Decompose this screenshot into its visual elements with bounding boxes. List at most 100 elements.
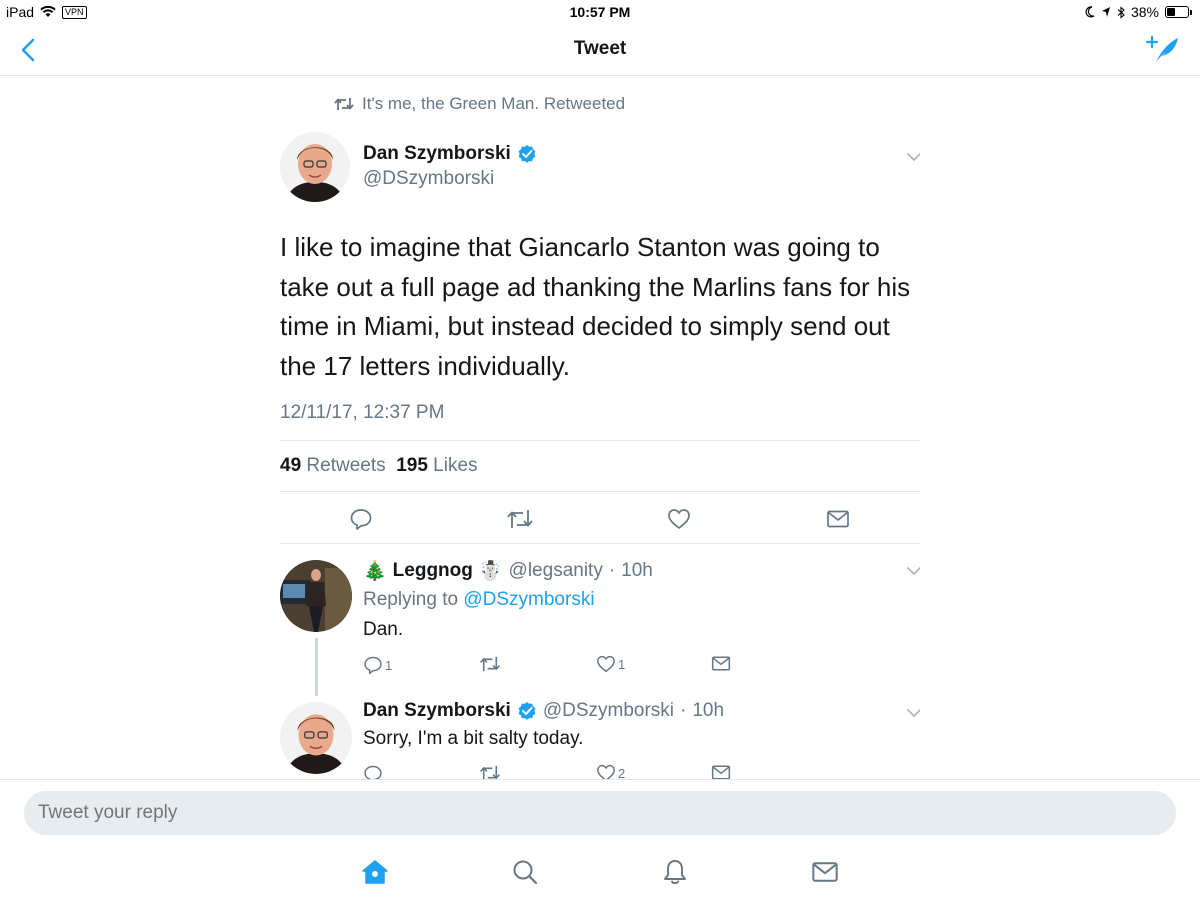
author-name-text: Dan Szymborski [363, 143, 511, 164]
heart-icon [597, 764, 615, 779]
battery-fill [1167, 8, 1175, 16]
direct-message-button[interactable] [711, 655, 731, 672]
like-button[interactable] [664, 504, 694, 534]
status-right: 38% [1085, 4, 1192, 20]
compose-feather-icon [1145, 35, 1178, 62]
reply-time: 10h [621, 560, 653, 581]
tweet-text-line: take out a full page ad thanking the Mar… [280, 271, 911, 302]
separator-dot: · [680, 700, 687, 721]
verified-badge-icon [518, 145, 536, 163]
divider [280, 543, 920, 544]
reply-author-handle[interactable]: @legsanity [509, 560, 603, 582]
retweet-button[interactable] [479, 655, 501, 673]
snowman-emoji: ☃️ [478, 561, 503, 582]
reply-icon [350, 509, 372, 530]
battery-percent: 38% [1130, 4, 1159, 20]
verified-badge-icon [518, 702, 536, 720]
direct-message-button[interactable] [711, 764, 731, 779]
like-button[interactable]: 2 [596, 764, 625, 779]
retweet-count[interactable]: 49 [280, 455, 301, 476]
envelope-icon [827, 510, 849, 528]
retweet-icon [479, 656, 501, 672]
like-button[interactable]: 1 [596, 655, 625, 673]
messages-icon [812, 862, 838, 882]
envelope-icon [711, 656, 731, 671]
tweet-text: I like to imagine that Giancarlo Stanton… [280, 228, 920, 386]
compose-tweet-button[interactable] [1145, 34, 1180, 66]
retweet-label[interactable]: Retweets [306, 455, 385, 476]
like-label[interactable]: Likes [433, 455, 477, 476]
search-icon [513, 860, 538, 885]
reply-options-chevron-icon[interactable] [906, 708, 920, 718]
reply-button[interactable]: 1 [363, 655, 392, 675]
like-count: 1 [618, 656, 626, 672]
reply-header: 🎄 Leggnog ☃️ @legsanity · 10h [363, 559, 653, 583]
reply-input[interactable] [24, 791, 1176, 835]
reply-avatar-image [280, 702, 352, 774]
bluetooth-icon [1117, 5, 1125, 19]
status-bar: iPad VPN 10:57 PM 38% [0, 0, 1200, 24]
tab-search[interactable] [509, 856, 541, 888]
reply-time: 10h [692, 700, 725, 721]
reply-text: Sorry, I'm a bit salty today. [363, 728, 584, 749]
tweet-detail: It's me, the Green Man. Retweeted Dan Sz… [280, 76, 920, 779]
avatar[interactable] [280, 132, 350, 202]
battery-icon [1165, 6, 1189, 18]
tab-home[interactable] [359, 856, 391, 888]
reply-header: Dan Szymborski @DSzymborski · 10h [363, 700, 724, 722]
reply-author-name[interactable]: Dan Szymborski [363, 700, 511, 722]
retweet-context: It's me, the Green Man. Retweeted [334, 94, 625, 114]
retweet-icon [479, 765, 501, 779]
heart-icon [668, 509, 690, 529]
engagement-counts: 49 Retweets 195 Likes [280, 455, 478, 477]
retweet-context-text: It's me, the Green Man. Retweeted [362, 94, 626, 113]
avatar[interactable] [280, 702, 352, 774]
bottom-panel [0, 779, 1200, 900]
reply-action-bar: 1 1 [363, 655, 763, 677]
reply-author-handle[interactable]: @DSzymborski [543, 700, 674, 722]
author-avatar-image [280, 132, 350, 202]
page-title: Tweet [573, 38, 627, 59]
divider [280, 491, 920, 492]
notifications-icon [664, 860, 686, 884]
reply-button[interactable] [363, 764, 383, 779]
like-count: 2 [618, 765, 626, 780]
tweet-timestamp: 12/11/17, 12:37 PM [280, 402, 445, 423]
replying-to: Replying to @DSzymborski [363, 589, 595, 611]
avatar[interactable] [280, 560, 352, 632]
tweet-text-line: time in Miami, but instead decided to si… [280, 311, 890, 341]
tab-bar [0, 852, 1200, 892]
reply-text: Dan. [363, 619, 404, 640]
reply-icon [364, 765, 382, 779]
tab-messages[interactable] [809, 856, 841, 888]
author-name[interactable]: Dan Szymborski [363, 143, 537, 165]
tweet-action-bar [280, 504, 920, 534]
reply-count: 1 [385, 657, 393, 673]
retweet-button[interactable] [505, 504, 535, 534]
home-icon [362, 860, 388, 884]
reply-button[interactable] [346, 504, 376, 534]
reply-author-name[interactable]: Leggnog [393, 560, 473, 582]
tweet-options-chevron-icon[interactable] [906, 152, 920, 162]
status-time: 10:57 PM [569, 4, 631, 20]
nav-bar: Tweet [0, 24, 1200, 76]
battery-cap [1190, 9, 1192, 15]
direct-message-button[interactable] [823, 504, 853, 534]
retweet-icon [334, 98, 354, 110]
tweet-text-line: the 17 letters individually. [280, 350, 571, 381]
separator-dot: · [608, 560, 616, 581]
replying-to-link[interactable]: @DSzymborski [463, 589, 594, 610]
like-count[interactable]: 195 [396, 455, 428, 476]
tab-notifications[interactable] [659, 856, 691, 888]
reply-options-chevron-icon[interactable] [906, 566, 920, 576]
moon-icon [1085, 6, 1095, 18]
retweet-button[interactable] [479, 764, 501, 779]
reply-avatar-image [280, 560, 352, 632]
tree-emoji: 🎄 [363, 561, 387, 582]
reply-icon [364, 656, 382, 675]
tweet-text-line: I like to imagine that Giancarlo Stanton… [280, 232, 880, 262]
author-handle[interactable]: @DSzymborski [363, 168, 494, 190]
reply-action-bar: 2 [363, 764, 763, 779]
location-arrow-icon [1101, 7, 1110, 17]
thread-connector-line [315, 638, 318, 696]
